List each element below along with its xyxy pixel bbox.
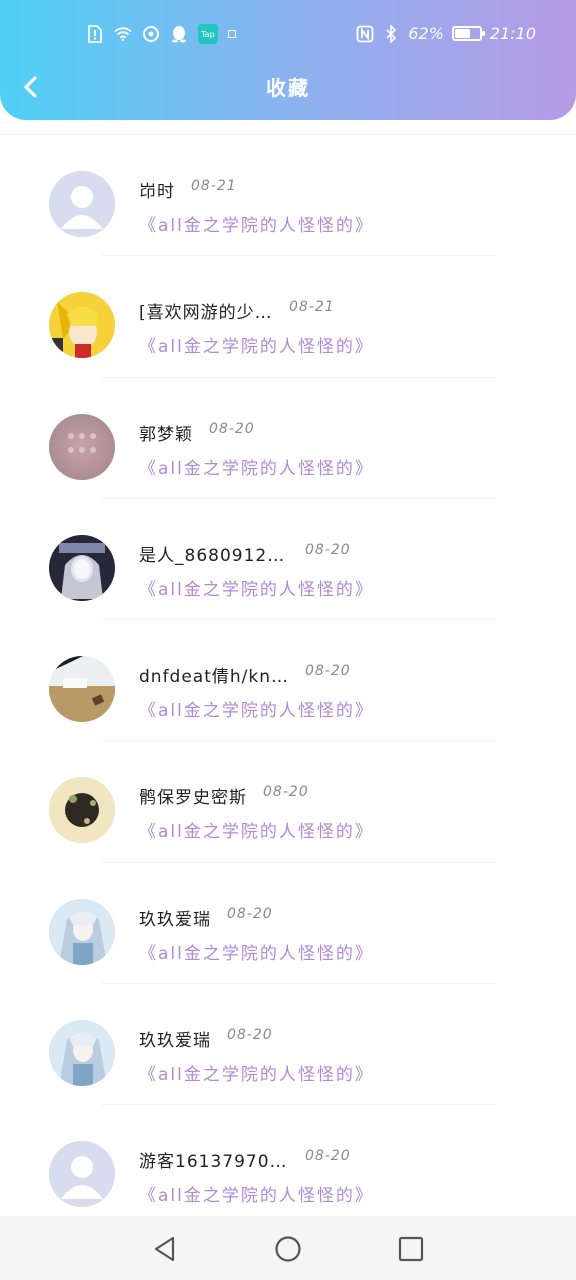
battery-percentage: 62% <box>408 24 444 43</box>
favorite-date: 08-21 <box>191 178 237 194</box>
nfc-icon <box>356 25 374 43</box>
user-avatar[interactable] <box>49 656 115 723</box>
book-title-link[interactable]: 《all金之学院的人怪怪的》 <box>139 332 374 357</box>
circle-home-icon <box>275 1236 301 1262</box>
favorite-date: 08-21 <box>289 299 335 316</box>
book-title-link[interactable]: 《all金之学院的人怪怪的》 <box>139 454 374 479</box>
nav-home-button[interactable] <box>273 1234 303 1264</box>
qq-penguin-icon <box>170 25 188 43</box>
user-avatar[interactable] <box>49 1020 115 1087</box>
user-name: 玖玖爱瑞 <box>139 909 211 930</box>
square-recent-icon <box>398 1236 424 1262</box>
user-avatar[interactable] <box>49 292 115 359</box>
nav-recent-apps-button[interactable] <box>396 1234 426 1264</box>
favorite-date: 08-20 <box>227 905 273 922</box>
favorite-list-item[interactable]: dnfdeat倩h/kn… 08-20 《all金之学院的人怪怪的》 <box>0 620 576 742</box>
user-avatar[interactable] <box>49 777 115 844</box>
sync-icon <box>142 25 160 43</box>
wifi-icon <box>114 25 132 43</box>
user-avatar[interactable] <box>49 534 115 601</box>
status-icons-right: 62% 21:10 <box>356 24 536 43</box>
user-name: 鹘保罗史密斯 <box>139 788 247 809</box>
user-avatar[interactable] <box>49 413 115 480</box>
favorites-list: 岇时 08-21 《all金之学院的人怪怪的》 [喜欢网游的少… 08-21 《all金之… <box>0 134 576 1216</box>
user-name: 是人_868091258… <box>139 545 289 566</box>
book-title-link[interactable]: 《all金之学院的人怪怪的》 <box>139 575 374 600</box>
status-icons-left: Tap <box>86 24 236 44</box>
user-avatar[interactable] <box>49 171 115 237</box>
book-title-link[interactable]: 《all金之学院的人怪怪的》 <box>139 1181 374 1206</box>
user-avatar[interactable] <box>49 898 115 965</box>
user-name: 玖玖爱瑞 <box>139 1031 211 1052</box>
favorite-date: 08-20 <box>263 784 309 801</box>
user-name: 郭梦颖 <box>139 424 193 445</box>
battery-level <box>454 29 470 38</box>
bluetooth-icon <box>382 24 400 43</box>
book-title-link[interactable]: 《all金之学院的人怪怪的》 <box>139 817 374 842</box>
favorite-date: 08-20 <box>227 1027 273 1044</box>
book-title-link[interactable]: 《all金之学院的人怪怪的》 <box>139 211 374 236</box>
small-notification-icon <box>228 30 236 38</box>
user-name: dnfdeat倩h/kn… <box>139 667 289 688</box>
favorite-date: 08-20 <box>305 663 351 680</box>
favorite-list-item[interactable]: 岇时 08-21 《all金之学院的人怪怪的》 <box>0 135 576 257</box>
favorite-list-item[interactable]: 是人_868091258… 08-20 《all金之学院的人怪怪的》 <box>0 499 576 621</box>
favorite-list-item[interactable]: 玖玖爱瑞 08-20 《all金之学院的人怪怪的》 <box>0 863 576 985</box>
favorite-date: 08-20 <box>305 1148 351 1165</box>
user-name: [喜欢网游的少… <box>139 303 273 324</box>
nav-back-button[interactable] <box>150 1234 180 1264</box>
notification-alert-icon <box>86 25 104 43</box>
favorite-list-item[interactable]: 游客1613797092046 08-20 《all金之学院的人怪怪的》 <box>0 1105 576 1216</box>
battery-icon <box>451 26 485 41</box>
favorites-page: Tap 62% 21:10 收藏 岇时 08-21 《all金之学院的人怪怪的》 <box>0 0 576 1280</box>
user-avatar[interactable] <box>49 1141 115 1208</box>
user-name: 岇时 <box>139 182 175 202</box>
status-bar: Tap 62% 21:10 <box>0 0 576 72</box>
user-name: 游客1613797092046 <box>139 1152 289 1173</box>
page-title: 收藏 <box>266 76 310 100</box>
tap-app-icon: Tap <box>198 24 218 44</box>
favorite-list-item[interactable]: 玖玖爱瑞 08-20 《all金之学院的人怪怪的》 <box>0 984 576 1106</box>
favorite-date: 08-20 <box>209 420 255 437</box>
clock: 21:10 <box>489 24 536 43</box>
book-title-link[interactable]: 《all金之学院的人怪怪的》 <box>139 1060 374 1085</box>
header: Tap 62% 21:10 收藏 <box>0 0 576 120</box>
book-title-link[interactable]: 《all金之学院的人怪怪的》 <box>139 696 374 721</box>
favorite-list-item[interactable]: [喜欢网游的少… 08-21 《all金之学院的人怪怪的》 <box>0 256 576 378</box>
favorite-list-item[interactable]: 郭梦颖 08-20 《all金之学院的人怪怪的》 <box>0 378 576 499</box>
favorite-date: 08-20 <box>305 541 351 558</box>
system-nav-bar <box>0 1216 576 1280</box>
triangle-back-icon <box>154 1236 175 1262</box>
book-title-link[interactable]: 《all金之学院的人怪怪的》 <box>139 939 374 964</box>
favorite-list-item[interactable]: 鹘保罗史密斯 08-20 《all金之学院的人怪怪的》 <box>0 741 576 863</box>
